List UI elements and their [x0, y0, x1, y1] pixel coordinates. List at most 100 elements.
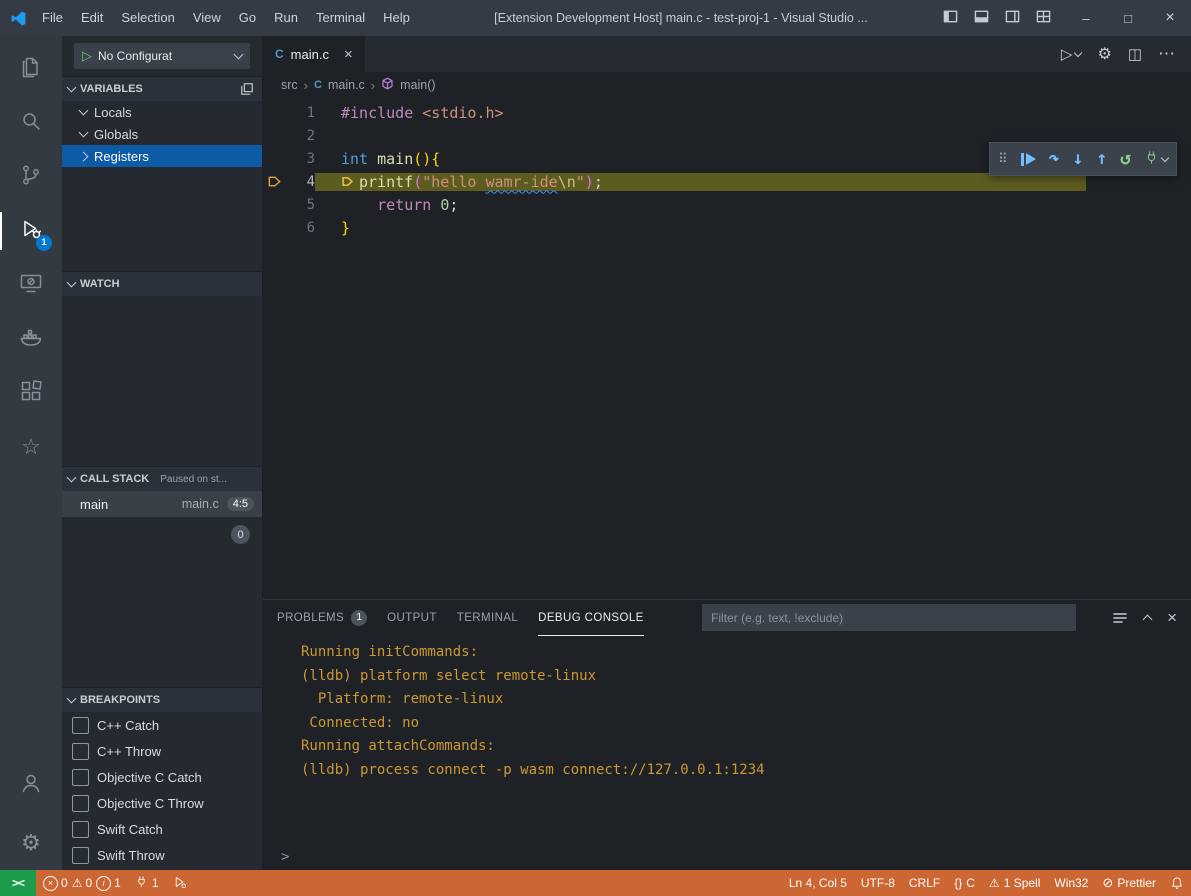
- encoding-status[interactable]: UTF-8: [854, 870, 902, 896]
- menu-help[interactable]: Help: [374, 0, 419, 36]
- close-panel-icon[interactable]: ×: [1167, 608, 1177, 628]
- breakpoint-checkbox[interactable]: [72, 847, 89, 864]
- run-or-debug-button[interactable]: ▷: [1061, 45, 1082, 63]
- code-token: printf: [359, 173, 413, 191]
- code-line-6[interactable]: 6}: [263, 216, 1191, 239]
- notifications-bell[interactable]: [1163, 870, 1191, 896]
- variables-item-registers[interactable]: Registers: [62, 145, 262, 167]
- watch-section-header[interactable]: WATCH: [62, 271, 262, 296]
- collapse-all-icon[interactable]: [240, 82, 254, 96]
- problems-status[interactable]: ×0 ⚠0 i1: [36, 870, 128, 896]
- breadcrumb-file[interactable]: main.c: [328, 78, 365, 92]
- breakpoint-item[interactable]: C++ Catch: [62, 712, 262, 738]
- breakpoint-checkbox[interactable]: [72, 821, 89, 838]
- variables-item-globals[interactable]: Globals: [62, 123, 262, 145]
- more-actions-icon[interactable]: ⋯: [1158, 44, 1175, 64]
- chevron-down-icon: [1161, 153, 1169, 161]
- activity-extensions[interactable]: [0, 366, 62, 420]
- start-debugging-icon[interactable]: ▷: [82, 48, 92, 64]
- code-line-5[interactable]: 5 return 0;: [263, 193, 1191, 216]
- platform-status[interactable]: Win32: [1047, 870, 1095, 896]
- code-editor[interactable]: 1#include <stdio.h>23int main(){4printf(…: [263, 98, 1191, 599]
- menu-file[interactable]: File: [33, 0, 72, 36]
- activity-remote-explorer[interactable]: [0, 258, 62, 312]
- breakpoint-checkbox[interactable]: [72, 795, 89, 812]
- minimize-button[interactable]: –: [1065, 0, 1107, 36]
- maximize-button[interactable]: □: [1107, 0, 1149, 36]
- console-line: Platform: remote-linux: [301, 688, 1191, 712]
- close-window-button[interactable]: ×: [1149, 0, 1191, 36]
- step-over-button[interactable]: ↷: [1049, 150, 1060, 168]
- current-line-arrow-icon[interactable]: [263, 174, 285, 189]
- customize-layout-icon[interactable]: [1036, 9, 1051, 27]
- activity-run-debug[interactable]: 1: [0, 204, 62, 258]
- activity-search[interactable]: [0, 96, 62, 150]
- activity-explorer[interactable]: [0, 42, 62, 96]
- menu-terminal[interactable]: Terminal: [307, 0, 374, 36]
- menu-edit[interactable]: Edit: [72, 0, 112, 36]
- filter-lines-icon[interactable]: [1112, 610, 1128, 626]
- remote-indicator[interactable]: ><: [0, 870, 36, 896]
- code-token: }: [341, 219, 350, 237]
- activity-docker[interactable]: [0, 312, 62, 366]
- toggle-primary-sidebar-icon[interactable]: [943, 9, 958, 27]
- breakpoints-section-header[interactable]: BREAKPOINTS: [62, 687, 262, 712]
- panel-tab-terminal[interactable]: TERMINAL: [457, 600, 518, 636]
- close-tab-icon[interactable]: ×: [344, 46, 353, 63]
- breakpoint-checkbox[interactable]: [72, 717, 89, 734]
- breakpoint-item[interactable]: Swift Throw: [62, 842, 262, 868]
- panel-tab-output[interactable]: OUTPUT: [387, 600, 437, 636]
- debug-config-dropdown[interactable]: ▷ No Configurat: [74, 43, 250, 69]
- breadcrumb-folder[interactable]: src: [281, 78, 298, 92]
- disconnect-button[interactable]: [1144, 150, 1168, 169]
- breakpoint-checkbox[interactable]: [72, 743, 89, 760]
- language-mode[interactable]: {} C: [947, 870, 982, 896]
- variables-section-header[interactable]: VARIABLES: [62, 76, 262, 101]
- menu-selection[interactable]: Selection: [112, 0, 183, 36]
- formatter-status[interactable]: ⊘ Prettier: [1095, 870, 1163, 896]
- breakpoint-label: Objective C Throw: [97, 796, 204, 811]
- stack-frame-row[interactable]: main main.c 4:5: [62, 491, 262, 517]
- menu-go[interactable]: Go: [230, 0, 265, 36]
- breakpoint-item[interactable]: C++ Throw: [62, 738, 262, 764]
- breakpoint-item[interactable]: Objective C Catch: [62, 764, 262, 790]
- spell-status[interactable]: ⚠ 1 Spell: [982, 870, 1047, 896]
- breakpoint-item[interactable]: Swift Catch: [62, 816, 262, 842]
- panel-tab-problems[interactable]: PROBLEMS1: [277, 600, 367, 636]
- menu-view[interactable]: View: [184, 0, 230, 36]
- step-out-button[interactable]: ↑: [1096, 150, 1107, 168]
- ports-status[interactable]: 1: [128, 870, 166, 896]
- maximize-panel-icon[interactable]: [1144, 613, 1151, 623]
- breakpoint-item[interactable]: Objective C Throw: [62, 790, 262, 816]
- call-stack-section-header[interactable]: CALL STACK Paused on st...: [62, 466, 262, 491]
- tab-main-c[interactable]: C main.c ×: [263, 36, 365, 72]
- breadcrumb-symbol[interactable]: main(): [400, 78, 435, 92]
- variables-item-locals[interactable]: Locals: [62, 101, 262, 123]
- variables-section: VARIABLES LocalsGlobalsRegisters: [62, 76, 262, 271]
- code-line-1[interactable]: 1#include <stdio.h>: [263, 101, 1191, 124]
- menu-run[interactable]: Run: [265, 0, 307, 36]
- panel-tab-debug-console[interactable]: DEBUG CONSOLE: [538, 600, 644, 636]
- debug-status[interactable]: [166, 870, 194, 896]
- continue-button[interactable]: [1021, 153, 1036, 166]
- activity-accounts[interactable]: [0, 758, 62, 812]
- remote-explorer-icon: [19, 271, 43, 300]
- debug-toolbar: ⠿ ↷ ↓ ↑ ↺: [989, 142, 1177, 176]
- settings-gear-icon[interactable]: ⚙: [1097, 44, 1111, 64]
- split-editor-icon[interactable]: ◫: [1128, 45, 1142, 63]
- breakpoint-checkbox[interactable]: [72, 769, 89, 786]
- vscode-logo-icon: [10, 10, 27, 27]
- step-into-button[interactable]: ↓: [1072, 150, 1083, 168]
- debug-console-prompt[interactable]: >: [263, 844, 1191, 870]
- console-filter-input[interactable]: [702, 604, 1076, 631]
- cursor-position[interactable]: Ln 4, Col 5: [782, 870, 854, 896]
- activity-source-control[interactable]: [0, 150, 62, 204]
- chevron-down-icon: [67, 278, 77, 288]
- eol-status[interactable]: CRLF: [902, 870, 947, 896]
- restart-button[interactable]: ↺: [1120, 150, 1131, 168]
- activity-settings[interactable]: ⚙: [0, 816, 62, 870]
- activity-favorites[interactable]: ☆: [0, 420, 62, 474]
- toggle-panel-icon[interactable]: [974, 9, 989, 27]
- toggle-secondary-sidebar-icon[interactable]: [1005, 9, 1020, 27]
- toolbar-grip-icon[interactable]: ⠿: [998, 152, 1008, 167]
